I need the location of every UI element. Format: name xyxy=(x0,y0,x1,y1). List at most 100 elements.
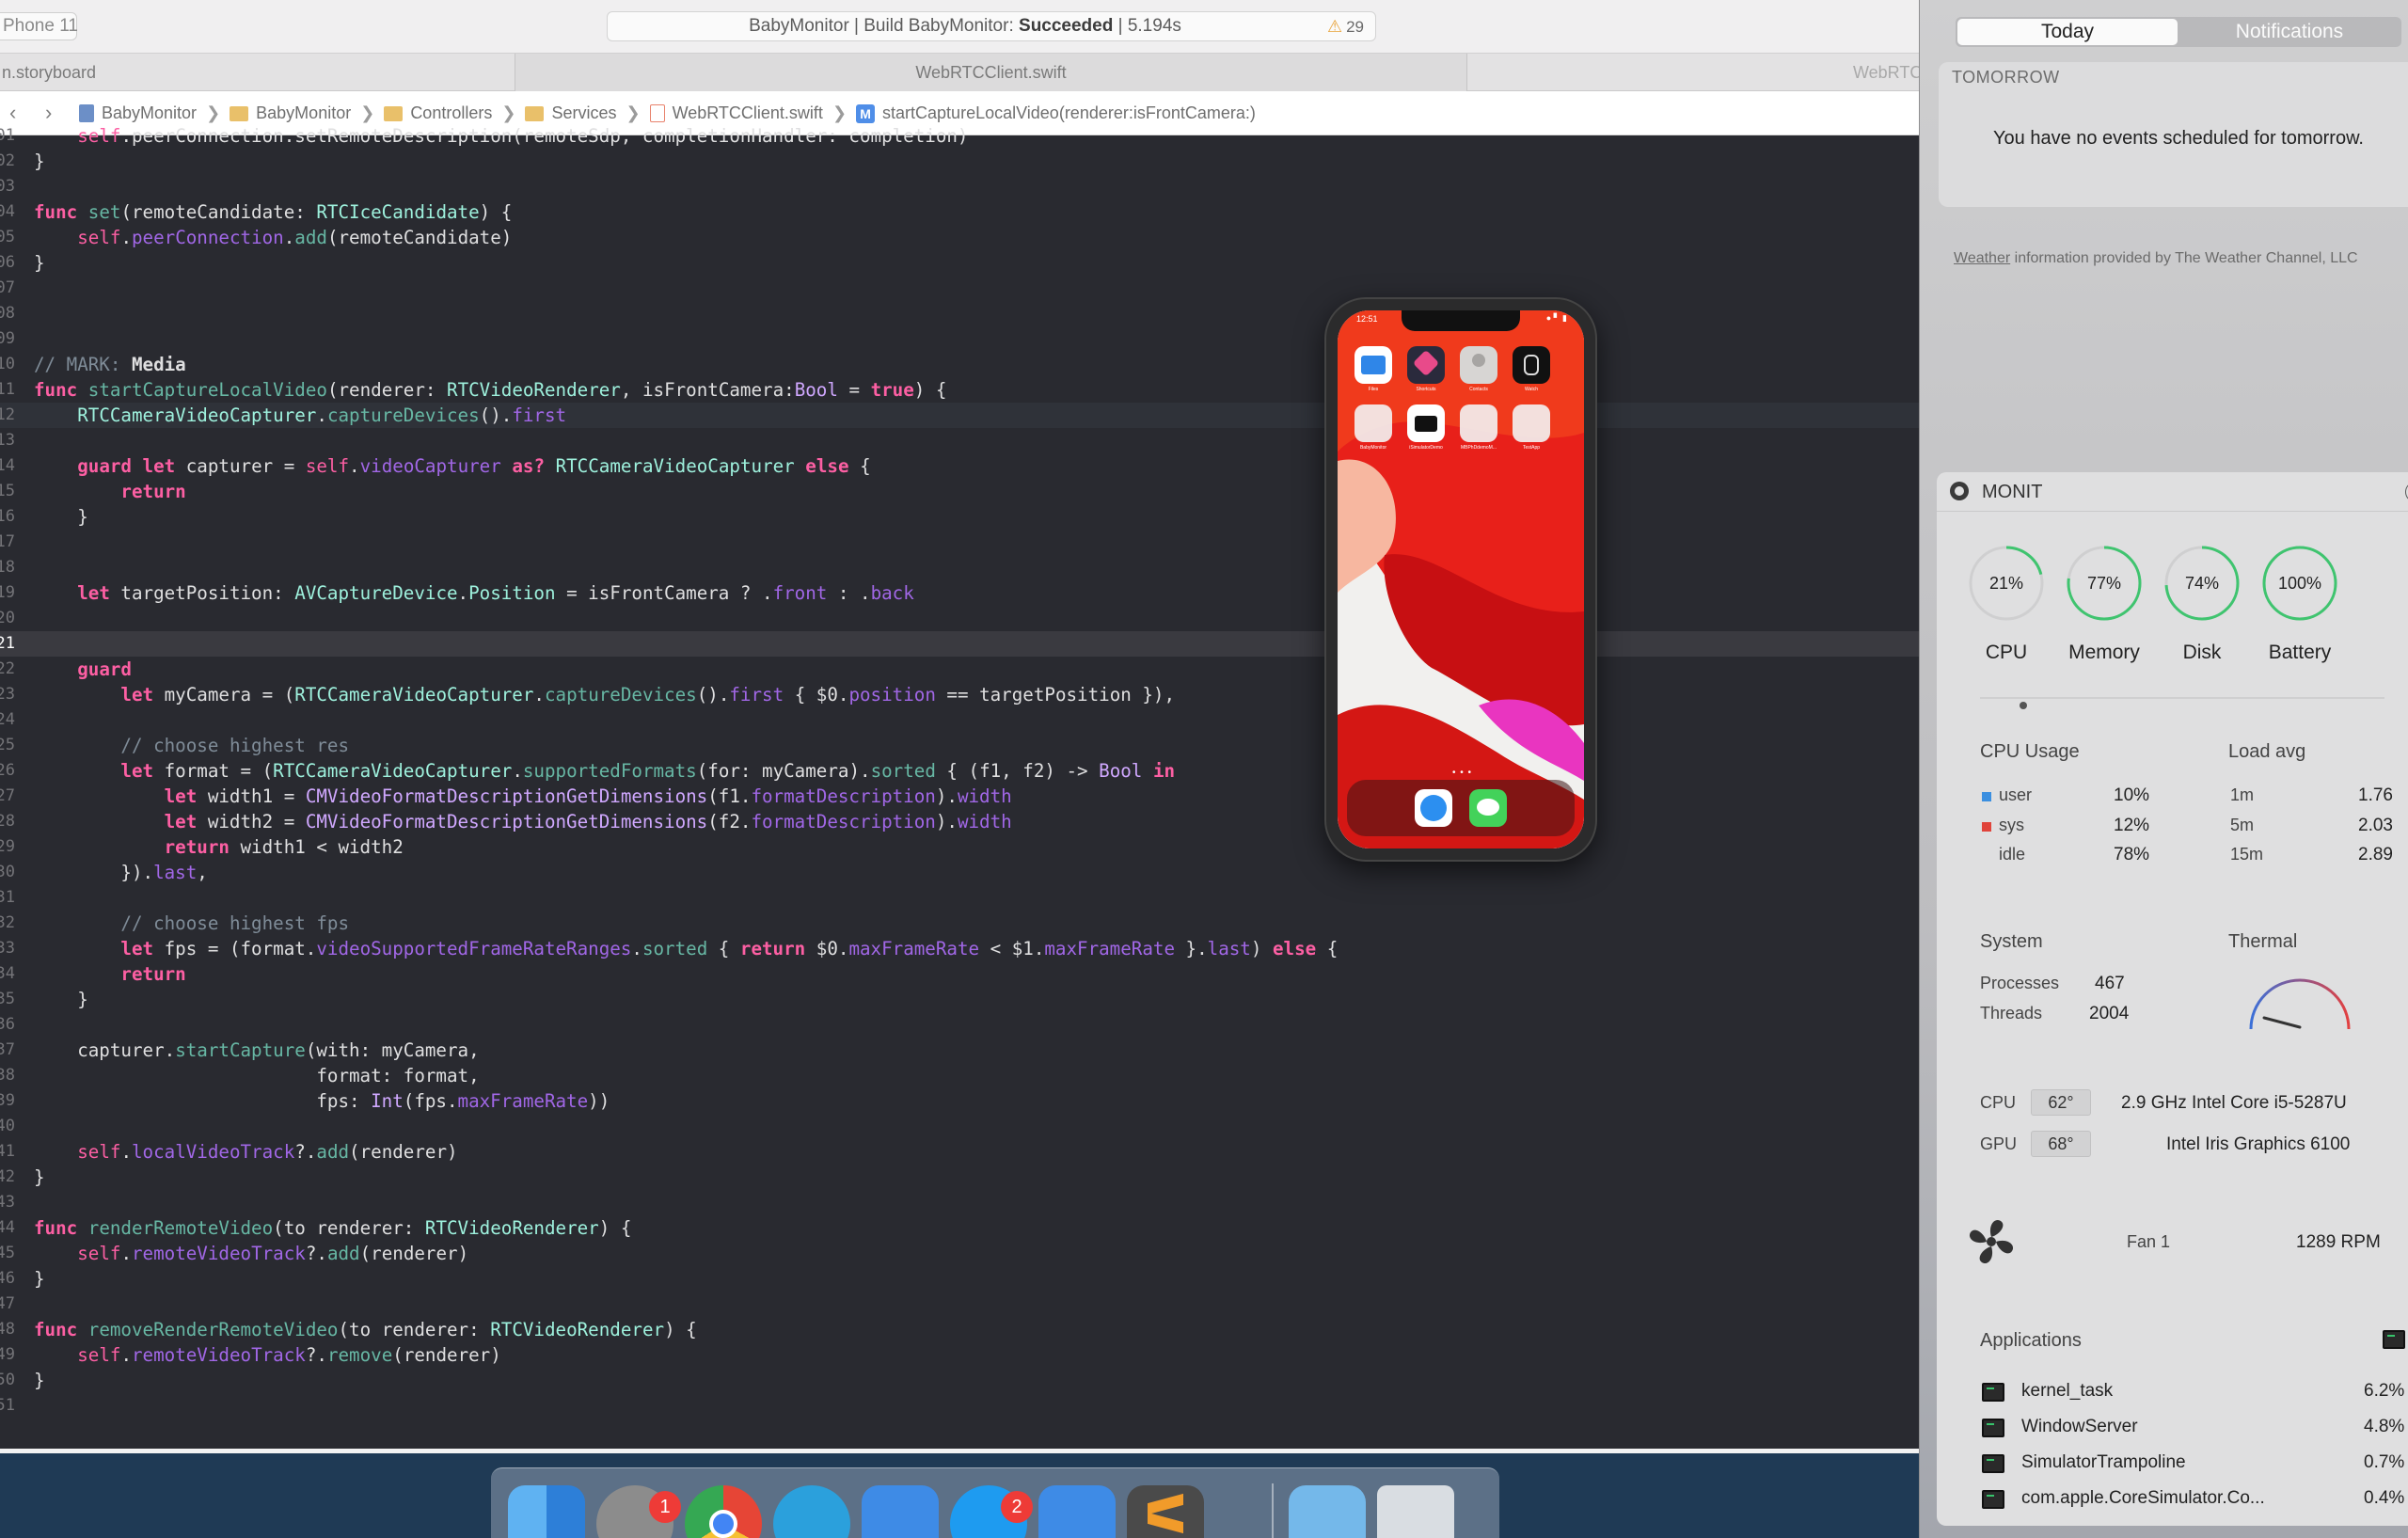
battery-gauge[interactable]: 100% xyxy=(2260,544,2339,623)
code-line: 20 xyxy=(0,609,15,627)
sys-legend-swatch xyxy=(1982,822,1991,832)
thermal-gauge-icon xyxy=(2249,978,2351,1030)
telegram-dock-icon[interactable] xyxy=(773,1485,850,1538)
app-process-icon xyxy=(1982,1419,2004,1437)
code-line: 14 guard let capturer = self.videoCaptur… xyxy=(0,455,871,477)
contacts-app-icon[interactable] xyxy=(1460,346,1497,384)
tab-notifications[interactable]: Notifications xyxy=(2179,19,2400,45)
run-destination-selector[interactable]: Phone 11 xyxy=(0,12,78,40)
app-label: Shortcuts xyxy=(1416,387,1436,392)
gauge-value: 77% xyxy=(2086,574,2122,593)
warning-count: 29 xyxy=(1346,18,1364,36)
notification-center: Today Notifications TOMORROW You have no… xyxy=(1919,0,2408,1538)
applications-title: Applications xyxy=(1980,1330,2082,1351)
tab-webrtcclient[interactable]: WebRTCClient.swift xyxy=(515,54,1467,91)
phone-dock xyxy=(1347,780,1575,836)
code-line: 35 } xyxy=(0,989,88,1010)
isimulatordemo-app-icon[interactable] xyxy=(1407,404,1445,442)
code-line: 01 self.peerConnection.setRemoteDescript… xyxy=(0,125,969,147)
sublime-text-dock-icon[interactable] xyxy=(1127,1485,1204,1538)
cpu-name: 2.9 GHz Intel Core i5-5287U xyxy=(2121,1093,2347,1113)
thermal-title: Thermal xyxy=(2228,931,2298,952)
code-line: 40 xyxy=(0,1117,15,1135)
system-preferences-dock-icon[interactable]: 1 xyxy=(596,1485,681,1538)
folder-icon xyxy=(525,105,545,121)
fan-icon xyxy=(1969,1219,2014,1264)
code-line: 47 xyxy=(0,1294,15,1313)
app-process-value: 0.7% xyxy=(2364,1452,2405,1472)
source-editor[interactable]: 01 self.peerConnection.setRemoteDescript… xyxy=(0,125,1919,1449)
forward-arrow-icon[interactable]: › xyxy=(45,101,52,125)
gauge-label-cpu: CPU xyxy=(1985,642,2028,663)
code-line: 42} xyxy=(0,1166,45,1188)
code-line: 45 self.remoteVideoTrack?.add(renderer) xyxy=(0,1243,469,1264)
code-line: 22 guard xyxy=(0,658,132,680)
downloads-folder-dock-icon[interactable] xyxy=(1289,1485,1366,1538)
monit-title: MONIT xyxy=(1982,482,2043,502)
code-line: 51 xyxy=(0,1396,15,1415)
mbphd-app-icon[interactable] xyxy=(1460,404,1497,442)
code-line: 09 xyxy=(0,329,15,348)
code-line: 50} xyxy=(0,1370,45,1391)
chrome-dock-icon[interactable] xyxy=(685,1485,762,1538)
app-process-value: 4.8% xyxy=(2364,1417,2405,1436)
horizontal-scrollbar[interactable] xyxy=(0,1449,1919,1453)
activity-viewer[interactable]: BabyMonitor | Build BabyMonitor: Succeed… xyxy=(607,11,1376,41)
trash-dock-icon[interactable] xyxy=(1377,1485,1454,1538)
no-events-message: You have no events scheduled for tomorro… xyxy=(1993,128,2364,149)
weather-link[interactable]: Weather xyxy=(1954,250,2010,266)
app-process-name: com.apple.CoreSimulator.Co... xyxy=(2021,1488,2265,1508)
project-icon xyxy=(79,104,94,122)
testapp-app-icon[interactable] xyxy=(1513,404,1550,442)
app-process-name: WindowServer xyxy=(2021,1417,2138,1436)
code-line: 46} xyxy=(0,1268,45,1290)
files-app-icon[interactable] xyxy=(1354,346,1392,384)
disk-gauge[interactable]: 74% xyxy=(2162,544,2242,623)
gpu-name: Intel Iris Graphics 6100 xyxy=(2166,1134,2351,1154)
code-line: 33 let fps = (format.videoSupportedFrame… xyxy=(0,938,1339,959)
code-line: 10// MARK: Media xyxy=(0,354,186,375)
app-process-icon xyxy=(1982,1454,2004,1473)
shortcuts-app-icon[interactable] xyxy=(1407,346,1445,384)
app-label: Files xyxy=(1368,387,1379,392)
swift-file-icon xyxy=(649,104,665,122)
tab-storyboard[interactable]: n.storyboard xyxy=(0,54,515,91)
gauge-value: 21% xyxy=(1988,574,2024,593)
code-line: 41 self.localVideoTrack?.add(renderer) xyxy=(0,1141,458,1163)
page-indicator-dot[interactable] xyxy=(2020,702,2027,709)
activity-monitor-icon[interactable] xyxy=(2383,1330,2405,1349)
cpu-row-label: user xyxy=(1999,785,2033,804)
messages-app-icon[interactable] xyxy=(1469,789,1507,827)
app-store-dock-icon[interactable]: 2 xyxy=(950,1485,1033,1538)
cpu-temp-label: CPU xyxy=(1980,1093,2017,1112)
tab-today[interactable]: Today xyxy=(1957,19,2178,45)
weather-attribution: Weather information provided by The Weat… xyxy=(1954,250,2358,266)
monit-header: MONIT i xyxy=(1937,472,2408,512)
watch-app-icon[interactable] xyxy=(1513,346,1550,384)
finder-dock-icon[interactable] xyxy=(508,1485,585,1538)
editor-tab-bar: n.storyboard WebRTCClient.swift WebRTC xyxy=(0,54,1919,91)
safari-app-icon[interactable] xyxy=(1415,789,1452,827)
app-label: iSimulatorDemo xyxy=(1409,445,1443,451)
memory-gauge[interactable]: 77% xyxy=(2065,544,2144,623)
cpu-row-label: sys xyxy=(1999,816,2024,834)
simulator-dock-icon[interactable] xyxy=(1038,1485,1116,1538)
back-arrow-icon[interactable]: ‹ xyxy=(9,101,16,125)
code-line: 32 // choose highest fps xyxy=(0,912,350,934)
tab-webrtc[interactable]: WebRTC xyxy=(1853,54,1919,91)
simulator-screen[interactable]: 12:51 ● ▘ ▮ Files Shortcuts Contacts Wat… xyxy=(1338,310,1584,848)
babymonitor-app-icon[interactable] xyxy=(1354,404,1392,442)
page-indicator: • • • xyxy=(1452,768,1473,778)
today-notifications-segmented-control[interactable]: Today Notifications xyxy=(1956,17,2401,47)
code-line: 38 format: format, xyxy=(0,1065,480,1086)
code-line: 04 func set(remoteCandidate: RTCIceCandid… xyxy=(0,201,513,223)
iphone-simulator[interactable]: 12:51 ● ▘ ▮ Files Shortcuts Contacts Wat… xyxy=(1324,297,1597,862)
calendar-widget: TOMORROW You have no events scheduled fo… xyxy=(1939,62,2408,207)
cpu-row-value: 10% xyxy=(2114,785,2150,805)
status-time: 12:51 xyxy=(1356,314,1378,324)
xcode-dock-icon[interactable] xyxy=(862,1485,939,1538)
warnings-indicator[interactable]: ⚠ 29 xyxy=(1327,12,1364,41)
code-line: 13 xyxy=(0,431,15,450)
notification-badge: 1 xyxy=(649,1491,681,1523)
cpu-gauge[interactable]: 21% xyxy=(1967,544,2046,623)
